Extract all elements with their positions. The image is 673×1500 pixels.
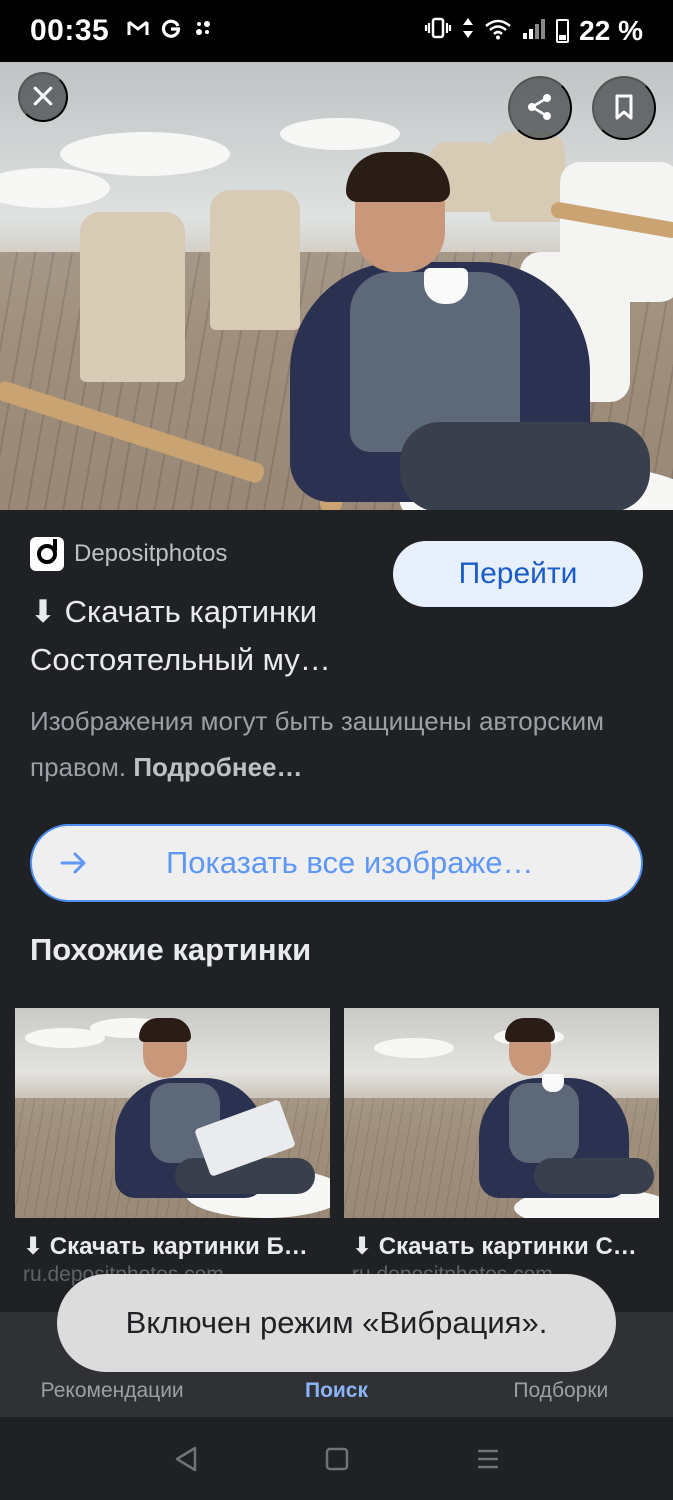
nav-item-label: Поиск bbox=[304, 1379, 368, 1402]
source-name: Depositphotos bbox=[74, 540, 228, 567]
show-all-images-button[interactable]: Показать все изображе… bbox=[30, 824, 643, 902]
tile-person-hair bbox=[505, 1018, 555, 1042]
recents-button[interactable] bbox=[473, 1444, 503, 1474]
similar-image-card[interactable]: ⬇ Скачать картинки С… ru.depositphotos.c… bbox=[344, 1008, 659, 1287]
bookmark-button[interactable] bbox=[592, 76, 656, 140]
notification-icons bbox=[127, 18, 213, 44]
status-time: 00:35 bbox=[30, 14, 110, 47]
tile-person-hair bbox=[139, 1018, 191, 1042]
battery-icon bbox=[556, 19, 570, 43]
signal-icon bbox=[522, 15, 546, 47]
tile-person-legs bbox=[534, 1158, 654, 1194]
result-title-line2: Состоятельный му… bbox=[30, 642, 331, 677]
copyright-text: Изображения могут быть защищены авторски… bbox=[30, 706, 604, 782]
hero-stool bbox=[80, 212, 185, 382]
hero-stool bbox=[210, 190, 300, 330]
source-row[interactable]: Depositphotos bbox=[30, 537, 227, 571]
person-hair bbox=[346, 152, 450, 202]
share-button[interactable] bbox=[508, 76, 572, 140]
copyright-notice: Изображения могут быть защищены авторски… bbox=[30, 698, 630, 790]
google-icon bbox=[161, 18, 181, 44]
wifi-icon bbox=[484, 15, 512, 47]
vibration-mode-toast: Включен режим «Вибрация». bbox=[57, 1274, 616, 1372]
hero-image[interactable] bbox=[0, 62, 673, 510]
depositphotos-logo-icon bbox=[30, 537, 64, 571]
battery-percent: 22 % bbox=[579, 15, 643, 46]
tile-person-vest bbox=[509, 1083, 579, 1163]
arrow-right-icon bbox=[60, 851, 90, 875]
nav-item-label: Рекомендации bbox=[40, 1379, 184, 1402]
vibrate-icon bbox=[424, 15, 452, 47]
fan-icon bbox=[193, 18, 213, 44]
similar-image-thumbnail[interactable] bbox=[15, 1008, 330, 1218]
back-button[interactable] bbox=[171, 1444, 201, 1474]
hero-table bbox=[0, 168, 110, 208]
tile-table bbox=[374, 1038, 454, 1058]
person-cup bbox=[424, 268, 468, 304]
bookmark-icon bbox=[609, 92, 639, 125]
similar-image-title: ⬇ Скачать картинки Б… bbox=[23, 1233, 308, 1260]
similar-image-title: ⬇ Скачать картинки С… bbox=[352, 1233, 637, 1260]
tile-cup bbox=[542, 1074, 564, 1092]
share-icon bbox=[525, 92, 555, 125]
home-button[interactable] bbox=[322, 1444, 352, 1474]
system-navigation-bar bbox=[0, 1417, 673, 1500]
person-legs bbox=[400, 422, 650, 510]
visit-button[interactable]: Перейти bbox=[393, 541, 643, 607]
status-right: 22 % bbox=[424, 15, 643, 47]
result-title-line1: ⬇ Скачать картинки bbox=[30, 594, 318, 629]
result-title[interactable]: ⬇ Скачать картинки Состоятельный му… bbox=[30, 588, 380, 684]
similar-image-thumbnail[interactable] bbox=[344, 1008, 659, 1218]
data-arrows-icon bbox=[462, 15, 474, 47]
gmail-icon bbox=[127, 19, 149, 43]
close-icon bbox=[30, 83, 56, 112]
learn-more-link[interactable]: Подробнее… bbox=[133, 752, 302, 782]
nav-item-label: Подборки bbox=[513, 1379, 609, 1402]
similar-images-heading: Похожие картинки bbox=[30, 932, 312, 967]
show-all-label: Показать все изображе… bbox=[166, 845, 534, 880]
hero-table bbox=[60, 132, 230, 176]
hero-table bbox=[280, 118, 400, 150]
close-button[interactable] bbox=[18, 72, 68, 122]
status-bar: 00:35 22 % bbox=[0, 0, 673, 62]
similar-image-card[interactable]: ⬇ Скачать картинки Б… ru.depositphotos.c… bbox=[15, 1008, 330, 1287]
